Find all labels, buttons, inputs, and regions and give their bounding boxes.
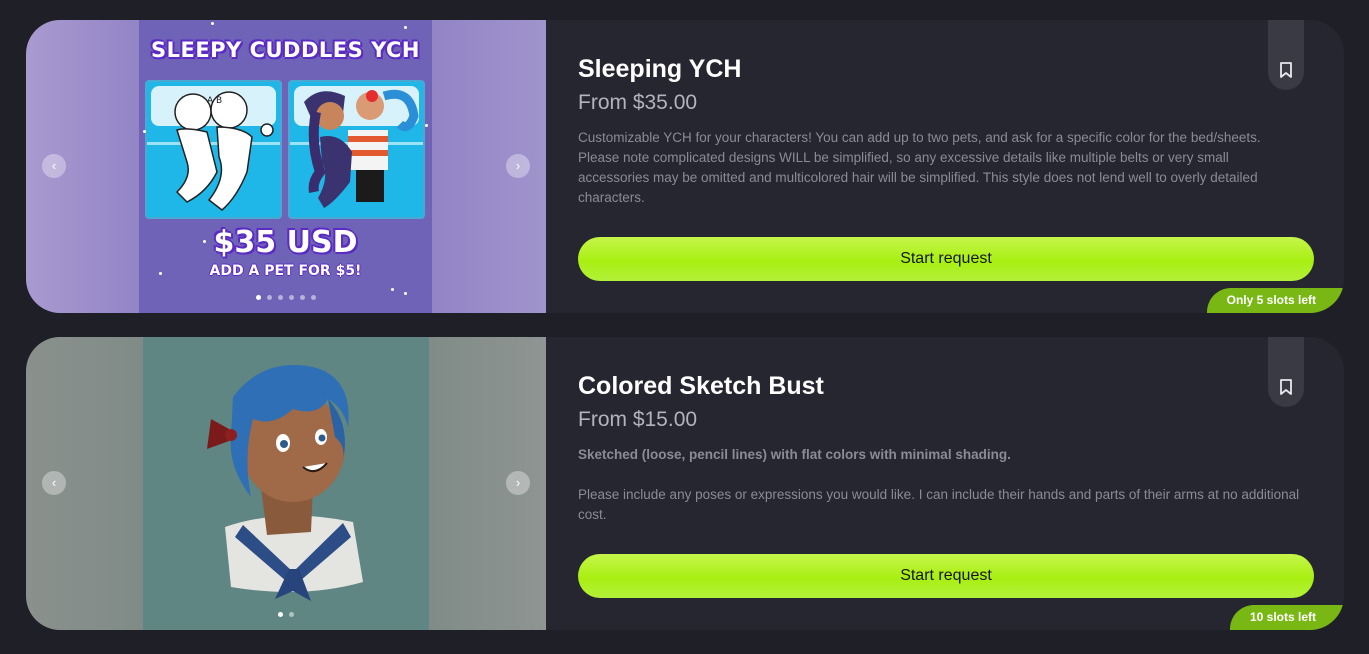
carousel-dots	[26, 612, 546, 617]
bookmark-button[interactable]	[1268, 337, 1304, 407]
colored-figures-illustration	[304, 89, 419, 208]
sketch-marks: A B	[207, 96, 223, 106]
description-bold-text: Sketched (loose, pencil lines) with flat…	[578, 447, 1011, 462]
carousel-image: SLEEPY CUDDLES YCH A B $35 USD ADD A PET…	[139, 20, 432, 313]
slots-left-badge: Only 5 slots left	[1206, 288, 1344, 313]
carousel-prev-button[interactable]: ‹	[42, 471, 66, 495]
card-info: Colored Sketch Bust From $15.00 Sketched…	[578, 337, 1314, 630]
description-text: Please include any poses or expressions …	[578, 487, 1300, 522]
bookmark-button[interactable]	[1268, 20, 1304, 90]
description-text: Customizable YCH for your characters! Yo…	[578, 130, 1261, 205]
carousel-dot[interactable]	[278, 612, 283, 617]
bookmark-icon	[1280, 62, 1292, 78]
colored-panel	[288, 80, 425, 219]
chevron-right-icon: ›	[515, 158, 521, 173]
carousel-dot[interactable]	[311, 295, 316, 300]
card-description: Customizable YCH for your characters! Yo…	[578, 128, 1303, 208]
image-title-text: SLEEPY CUDDLES YCH	[150, 38, 421, 62]
chevron-left-icon: ‹	[51, 158, 57, 173]
carousel-dot[interactable]	[289, 295, 294, 300]
carousel-image	[143, 337, 429, 630]
carousel-next-button[interactable]: ›	[506, 471, 530, 495]
chevron-right-icon: ›	[515, 475, 521, 490]
image-carousel[interactable]: ‹ ›	[26, 337, 546, 630]
start-request-button[interactable]: Start request	[578, 554, 1314, 598]
carousel-dot[interactable]	[278, 295, 283, 300]
carousel-prev-button[interactable]: ‹	[42, 154, 66, 178]
bookmark-icon	[1280, 379, 1292, 395]
image-carousel[interactable]: SLEEPY CUDDLES YCH A B $35 USD ADD A PET…	[26, 20, 546, 313]
card-description: Sketched (loose, pencil lines) with flat…	[578, 445, 1303, 525]
image-price-text: $35 USD	[213, 225, 358, 260]
slots-left-badge: 10 slots left	[1229, 605, 1344, 630]
image-subtitle-text: ADD A PET FOR $5!	[209, 263, 362, 279]
card-title: Colored Sketch Bust	[578, 372, 824, 400]
carousel-dot[interactable]	[256, 295, 261, 300]
start-request-button[interactable]: Start request	[578, 237, 1314, 281]
colored-sketch-bust-illustration	[207, 365, 363, 601]
carousel-dot[interactable]	[289, 612, 294, 617]
card-price: From $35.00	[578, 91, 698, 114]
carousel-dots	[26, 295, 546, 300]
sketch-panel: A B	[145, 80, 282, 219]
commission-card: SLEEPY CUDDLES YCH A B $35 USD ADD A PET…	[26, 20, 1344, 313]
card-title: Sleeping YCH	[578, 55, 742, 83]
chevron-left-icon: ‹	[51, 475, 57, 490]
carousel-dot[interactable]	[300, 295, 305, 300]
carousel-next-button[interactable]: ›	[506, 154, 530, 178]
card-info: Sleeping YCH From $35.00 Customizable YC…	[578, 20, 1314, 313]
carousel-dot[interactable]	[267, 295, 272, 300]
card-price: From $15.00	[578, 408, 698, 431]
commission-card: ‹ › Colored Sketch Bust From $15.00 Sket…	[26, 337, 1344, 630]
